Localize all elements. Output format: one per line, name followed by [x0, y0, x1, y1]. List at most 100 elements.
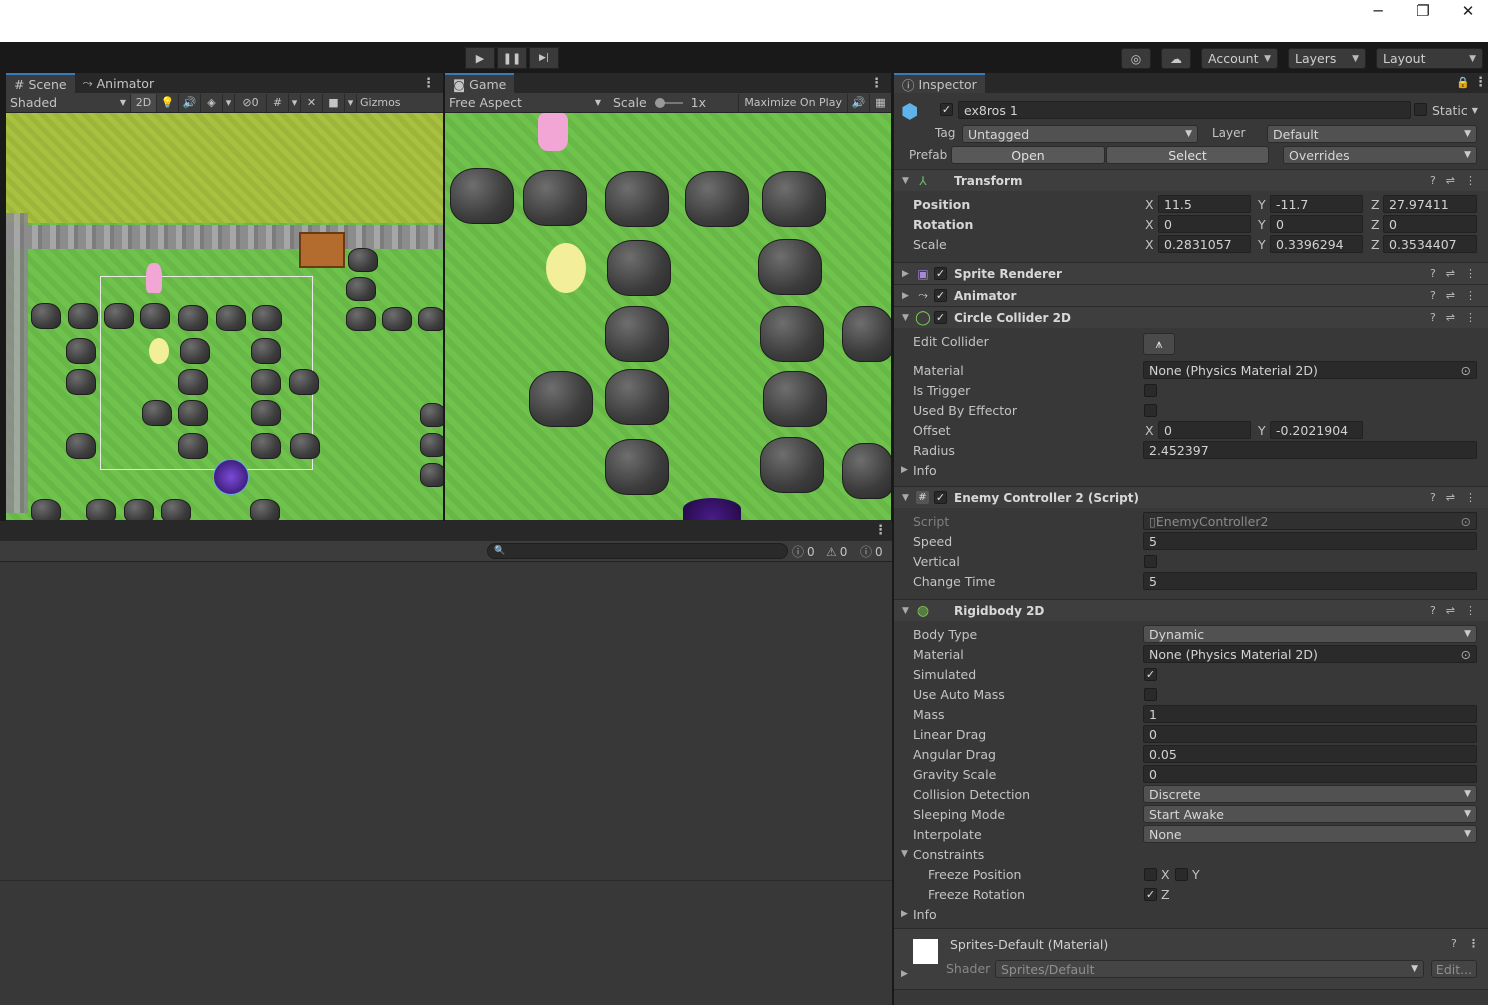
console-search-input[interactable]: 🔍 [487, 543, 788, 559]
object-picker-icon[interactable]: ⊙ [1461, 363, 1471, 378]
offset-x-field[interactable]: 0 [1158, 421, 1251, 439]
rotation-y-field[interactable]: 0 [1270, 215, 1363, 233]
restore-button[interactable]: ❐ [1400, 0, 1446, 22]
warning-toggle[interactable]: ⚠ 0 [826, 543, 856, 560]
tab-game[interactable]: ◙ Game [445, 73, 515, 93]
interpolate-dropdown[interactable]: None ▼ [1143, 825, 1477, 843]
fold-closed-icon[interactable]: ▶ [901, 465, 908, 475]
kebab-menu-icon[interactable]: ⋮ [1465, 311, 1476, 324]
rigidbody-header[interactable]: ▼ ◍ Rigidbody 2D ? ⇌ ⋮ [894, 599, 1488, 621]
kebab-menu-icon[interactable]: ⋮ [1465, 604, 1476, 617]
freeze-position-y-checkbox[interactable] [1175, 868, 1188, 881]
2d-toggle[interactable]: 2D [130, 93, 156, 112]
grid-snap-icon[interactable]: # [266, 93, 288, 112]
static-dropdown[interactable]: Static ▼ [1432, 103, 1478, 118]
close-button[interactable]: ✕ [1445, 0, 1488, 22]
static-checkbox[interactable] [1414, 103, 1427, 116]
shading-dropdown[interactable]: Shaded ▼ [6, 94, 130, 112]
help-icon[interactable]: ? [1430, 174, 1436, 187]
kebab-menu-icon[interactable]: ⋮ [1465, 174, 1476, 187]
pause-button[interactable]: ❚❚ [497, 47, 527, 69]
kebab-menu-icon[interactable]: ⋮ [874, 523, 887, 538]
collision-detection-dropdown[interactable]: Discrete ▼ [1143, 785, 1477, 803]
linear-drag-field[interactable]: 0 [1143, 725, 1477, 743]
collider-material-field[interactable]: None (Physics Material 2D) ⊙ [1143, 361, 1477, 379]
aspect-dropdown[interactable]: Free Aspect ▼ [445, 94, 605, 112]
scale-y-field[interactable]: 0.3396294 [1270, 235, 1363, 253]
scale-x-field[interactable]: 0.2831057 [1158, 235, 1251, 253]
used-by-effector-checkbox[interactable] [1144, 404, 1157, 417]
chevron-down-icon[interactable]: ▾ [344, 93, 356, 112]
rigidbody-info-foldout[interactable]: Info [913, 907, 937, 922]
help-icon[interactable]: ? [1430, 267, 1436, 280]
position-y-field[interactable]: -11.7 [1270, 195, 1363, 213]
is-trigger-checkbox[interactable] [1144, 384, 1157, 397]
angular-drag-field[interactable]: 0.05 [1143, 745, 1477, 763]
hidden-objects-toggle[interactable]: ⊘ 0 [234, 93, 266, 112]
scale-z-field[interactable]: 0.3534407 [1383, 235, 1477, 253]
prefab-open-button[interactable]: Open [951, 146, 1105, 164]
tab-scene[interactable]: # Scene [6, 73, 75, 93]
gizmos-dropdown[interactable]: Gizmos [356, 93, 404, 112]
presets-icon[interactable]: ⇌ [1446, 311, 1455, 324]
presets-icon[interactable]: ⇌ [1446, 174, 1455, 187]
presets-icon[interactable]: ⇌ [1446, 604, 1455, 617]
prefab-select-button[interactable]: Select [1106, 146, 1269, 164]
radius-field[interactable]: 2.452397 [1143, 441, 1477, 459]
object-name-field[interactable]: ex8ros 1 [958, 101, 1411, 119]
active-checkbox[interactable]: ✓ [940, 103, 953, 116]
camera-icon[interactable]: ■ [322, 93, 344, 112]
kebab-menu-icon[interactable]: ⋮ [862, 76, 891, 91]
scale-slider[interactable]: Scale 1x [605, 95, 723, 110]
rb-material-field[interactable]: None (Physics Material 2D) ⊙ [1143, 645, 1477, 663]
tab-animator[interactable]: ⤳ Animator [75, 73, 163, 93]
lighting-icon[interactable]: 💡 [156, 93, 178, 112]
log-toggle[interactable]: ⓘ 0 [792, 543, 822, 560]
help-icon[interactable]: ? [1430, 289, 1436, 302]
mute-audio-icon[interactable]: 🔊 [847, 93, 869, 112]
shader-edit-button[interactable]: Edit... [1431, 960, 1477, 978]
offset-y-field[interactable]: -0.2021904 [1270, 421, 1363, 439]
kebab-menu-icon[interactable]: ⋮ [1465, 491, 1476, 504]
tools-icon[interactable]: ✕ [300, 93, 322, 112]
body-type-dropdown[interactable]: Dynamic ▼ [1143, 625, 1477, 643]
position-z-field[interactable]: 27.97411 [1383, 195, 1477, 213]
presets-icon[interactable]: ⇌ [1446, 267, 1455, 280]
vertical-checkbox[interactable] [1144, 555, 1157, 568]
help-icon[interactable]: ? [1451, 937, 1457, 950]
tab-inspector[interactable]: ⓘ Inspector [894, 73, 985, 93]
transform-header[interactable]: ▼ ⅄ Transform ? ⇌ ⋮ [894, 169, 1488, 191]
kebab-menu-icon[interactable]: ⋮ [414, 76, 443, 91]
position-x-field[interactable]: 11.5 [1158, 195, 1251, 213]
sprite-renderer-header[interactable]: ▶ ▣ ✓ Sprite Renderer ? ⇌ ⋮ [894, 262, 1488, 284]
sprite-renderer-enabled-checkbox[interactable]: ✓ [934, 267, 947, 280]
chevron-down-icon[interactable]: ▾ [288, 93, 300, 112]
scene-view[interactable] [6, 113, 443, 520]
help-icon[interactable]: ? [1430, 604, 1436, 617]
step-button[interactable]: ▶| [529, 47, 559, 69]
presets-icon[interactable]: ⇌ [1446, 289, 1455, 302]
scale-track[interactable] [654, 97, 683, 108]
account-dropdown[interactable]: Account ▼ [1201, 48, 1278, 69]
gravity-scale-field[interactable]: 0 [1143, 765, 1477, 783]
kebab-menu-icon[interactable]: ⋮ [1465, 289, 1476, 302]
circle-collider-header[interactable]: ▼ ◯ ✓ Circle Collider 2D ? ⇌ ⋮ [894, 306, 1488, 328]
play-button[interactable]: ▶ [465, 47, 495, 69]
circle-collider-enabled-checkbox[interactable]: ✓ [934, 311, 947, 324]
maximize-on-play-toggle[interactable]: Maximize On Play [738, 93, 847, 112]
constraints-foldout[interactable]: Constraints [913, 847, 984, 862]
collab-icon[interactable]: ◎ [1121, 48, 1151, 69]
kebab-menu-icon[interactable]: ⋮ [1468, 937, 1479, 950]
game-view[interactable] [445, 113, 891, 520]
effects-icon[interactable]: ◈ [200, 93, 222, 112]
stats-icon[interactable]: ▦ [869, 93, 891, 112]
fold-closed-icon[interactable]: ▶ [901, 969, 908, 979]
kebab-menu-icon[interactable]: ⋮ [1474, 75, 1487, 90]
shader-dropdown[interactable]: Sprites/Default ▼ [995, 960, 1424, 978]
chevron-down-icon[interactable]: ▾ [222, 93, 234, 112]
use-auto-mass-checkbox[interactable] [1144, 688, 1157, 701]
layer-dropdown[interactable]: Default ▼ [1267, 125, 1477, 143]
rotation-z-field[interactable]: 0 [1383, 215, 1477, 233]
speed-field[interactable]: 5 [1143, 532, 1477, 550]
change-time-field[interactable]: 5 [1143, 572, 1477, 590]
